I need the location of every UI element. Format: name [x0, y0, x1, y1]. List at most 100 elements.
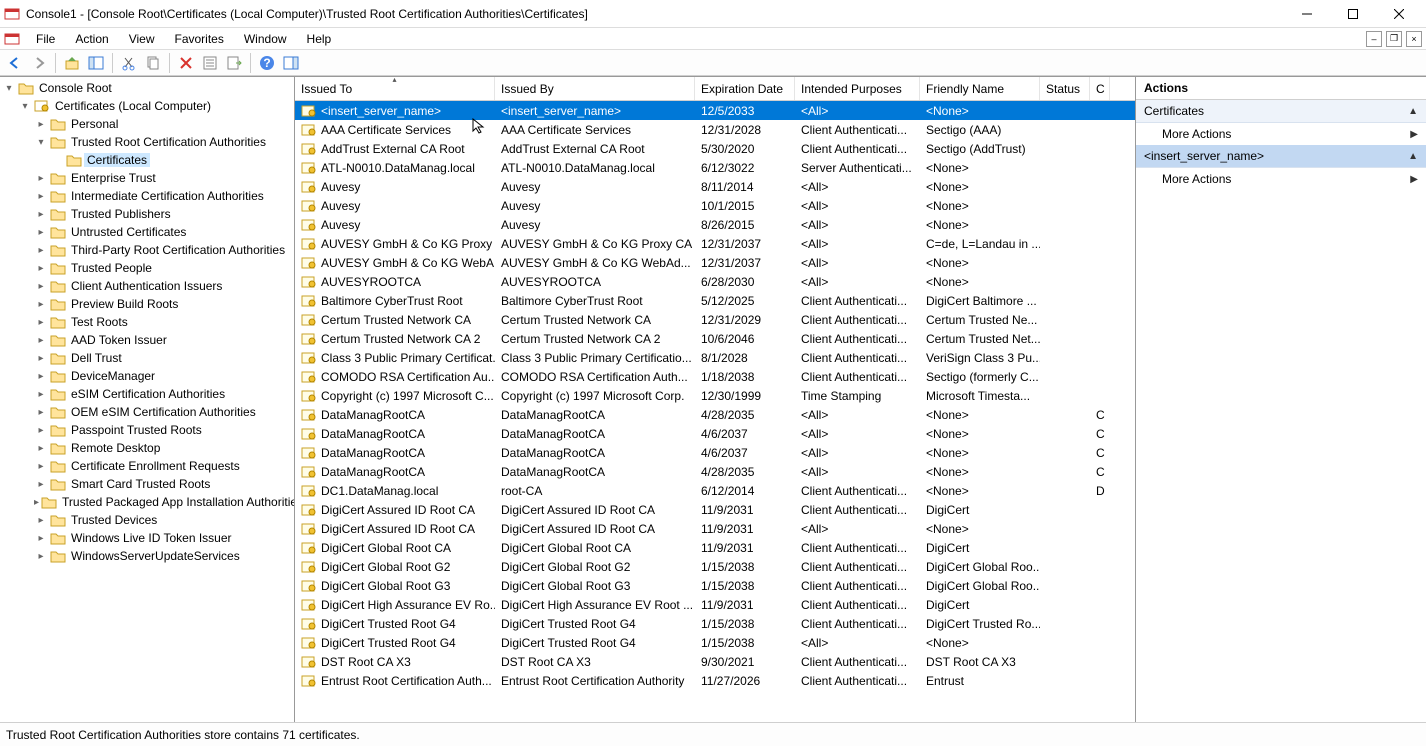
expander-icon[interactable]: ▸ — [34, 477, 48, 491]
action-pane-toggle-button[interactable] — [280, 52, 302, 74]
expander-icon[interactable]: ▾ — [18, 99, 32, 113]
tree-item[interactable]: ▸AAD Token Issuer — [34, 331, 294, 349]
expander-icon[interactable]: ▸ — [34, 243, 48, 257]
mdi-close-button[interactable]: × — [1406, 31, 1422, 47]
cut-button[interactable] — [118, 52, 140, 74]
expander-icon[interactable]: ▸ — [34, 333, 48, 347]
table-row[interactable]: AuvesyAuvesy10/1/2015<All><None> — [295, 196, 1135, 215]
tree-item[interactable]: ▸Remote Desktop — [34, 439, 294, 457]
export-list-button[interactable] — [223, 52, 245, 74]
menu-window[interactable]: Window — [234, 30, 297, 48]
table-row[interactable]: COMODO RSA Certification Au...COMODO RSA… — [295, 367, 1135, 386]
table-row[interactable]: AuvesyAuvesy8/11/2014<All><None> — [295, 177, 1135, 196]
expander-icon[interactable]: ▸ — [34, 495, 39, 509]
expander-icon[interactable]: ▸ — [34, 405, 48, 419]
tree-item[interactable]: ▸Dell Trust — [34, 349, 294, 367]
table-row[interactable]: DataManagRootCADataManagRootCA4/28/2035<… — [295, 405, 1135, 424]
column-intended-purposes[interactable]: Intended Purposes — [795, 77, 920, 100]
table-row[interactable]: AUVESY GmbH & Co KG WebA...AUVESY GmbH &… — [295, 253, 1135, 272]
menu-file[interactable]: File — [26, 30, 65, 48]
expander-icon[interactable]: ▸ — [34, 261, 48, 275]
table-row[interactable]: Baltimore CyberTrust RootBaltimore Cyber… — [295, 291, 1135, 310]
tree-item[interactable]: ▸OEM eSIM Certification Authorities — [34, 403, 294, 421]
expander-icon[interactable]: ▸ — [34, 225, 48, 239]
expander-icon[interactable]: ▸ — [34, 279, 48, 293]
table-row[interactable]: AAA Certificate ServicesAAA Certificate … — [295, 120, 1135, 139]
tree-item[interactable]: ▸Intermediate Certification Authorities — [34, 187, 294, 205]
tree-item[interactable]: ▾Trusted Root Certification Authorities — [34, 133, 294, 151]
menu-help[interactable]: Help — [297, 30, 342, 48]
expander-icon[interactable]: ▾ — [34, 135, 48, 149]
table-row[interactable]: Certum Trusted Network CA 2Certum Truste… — [295, 329, 1135, 348]
tree-item[interactable]: ▸Untrusted Certificates — [34, 223, 294, 241]
table-row[interactable]: DigiCert Assured ID Root CADigiCert Assu… — [295, 500, 1135, 519]
table-row[interactable]: DigiCert Trusted Root G4DigiCert Trusted… — [295, 614, 1135, 633]
scope-tree[interactable]: ▾ Console Root ▾ Certificates (Local Com… — [0, 77, 295, 722]
tree-item[interactable]: ▸Preview Build Roots — [34, 295, 294, 313]
table-row[interactable]: DigiCert Global Root G3DigiCert Global R… — [295, 576, 1135, 595]
actions-more-selected[interactable]: More Actions ▶ — [1136, 168, 1426, 190]
expander-icon[interactable]: ▸ — [34, 387, 48, 401]
tree-item[interactable]: ▸Trusted Publishers — [34, 205, 294, 223]
expander-icon[interactable]: ▸ — [34, 351, 48, 365]
actions-section-selected[interactable]: <insert_server_name> ▲ — [1136, 145, 1426, 168]
table-row[interactable]: AUVESY GmbH & Co KG Proxy ...AUVESY GmbH… — [295, 234, 1135, 253]
expander-icon[interactable]: ▸ — [34, 549, 48, 563]
tree-item[interactable]: ▸Personal — [34, 115, 294, 133]
table-row[interactable]: DC1.DataManag.localroot-CA6/12/2014Clien… — [295, 481, 1135, 500]
menu-action[interactable]: Action — [65, 30, 118, 48]
table-row[interactable]: DigiCert High Assurance EV Ro...DigiCert… — [295, 595, 1135, 614]
maximize-button[interactable] — [1330, 0, 1376, 28]
table-row[interactable]: AUVESYROOTCAAUVESYROOTCA6/28/2030<All><N… — [295, 272, 1135, 291]
tree-item[interactable]: ▸Trusted Packaged App Installation Autho… — [34, 493, 294, 511]
expander-icon[interactable]: ▸ — [34, 297, 48, 311]
tree-item-certificates[interactable]: Certificates — [50, 151, 294, 169]
column-expiration-date[interactable]: Expiration Date — [695, 77, 795, 100]
close-button[interactable] — [1376, 0, 1422, 28]
tree-console-root[interactable]: ▾ Console Root — [2, 79, 294, 97]
table-row[interactable]: ATL-N0010.DataManag.localATL-N0010.DataM… — [295, 158, 1135, 177]
back-button[interactable] — [4, 52, 26, 74]
column-issued-to[interactable]: Issued To▴ — [295, 77, 495, 100]
show-hide-tree-button[interactable] — [85, 52, 107, 74]
expander-icon[interactable]: ▸ — [34, 459, 48, 473]
tree-item[interactable]: ▸Smart Card Trusted Roots — [34, 475, 294, 493]
tree-item[interactable]: ▸Passpoint Trusted Roots — [34, 421, 294, 439]
tree-item[interactable]: ▸Test Roots — [34, 313, 294, 331]
tree-item[interactable]: ▸Trusted Devices — [34, 511, 294, 529]
delete-button[interactable] — [175, 52, 197, 74]
expander-icon[interactable]: ▸ — [34, 117, 48, 131]
table-row[interactable]: DigiCert Assured ID Root CADigiCert Assu… — [295, 519, 1135, 538]
expander-icon[interactable]: ▸ — [34, 189, 48, 203]
table-row[interactable]: DataManagRootCADataManagRootCA4/6/2037<A… — [295, 424, 1135, 443]
properties-button[interactable] — [199, 52, 221, 74]
table-row[interactable]: <insert_server_name><insert_server_name>… — [295, 101, 1135, 120]
mdi-minimize-button[interactable]: – — [1366, 31, 1382, 47]
column-status[interactable]: Status — [1040, 77, 1090, 100]
table-row[interactable]: DigiCert Global Root CADigiCert Global R… — [295, 538, 1135, 557]
tree-item[interactable]: ▸Certificate Enrollment Requests — [34, 457, 294, 475]
table-row[interactable]: Copyright (c) 1997 Microsoft C...Copyrig… — [295, 386, 1135, 405]
menu-favorites[interactable]: Favorites — [165, 30, 234, 48]
table-row[interactable]: DataManagRootCADataManagRootCA4/28/2035<… — [295, 462, 1135, 481]
tree-item[interactable]: ▸Windows Live ID Token Issuer — [34, 529, 294, 547]
list-body[interactable]: <insert_server_name><insert_server_name>… — [295, 101, 1135, 722]
tree-certificates-local-computer[interactable]: ▾ Certificates (Local Computer) — [18, 97, 294, 115]
table-row[interactable]: DST Root CA X3DST Root CA X39/30/2021Cli… — [295, 652, 1135, 671]
help-button[interactable]: ? — [256, 52, 278, 74]
tree-item[interactable]: ▸Trusted People — [34, 259, 294, 277]
menu-view[interactable]: View — [119, 30, 165, 48]
expander-icon[interactable]: ▾ — [2, 81, 16, 95]
expander-icon[interactable]: ▸ — [34, 513, 48, 527]
expander-icon[interactable]: ▸ — [34, 207, 48, 221]
tree-item[interactable]: ▸Third-Party Root Certification Authorit… — [34, 241, 294, 259]
actions-more-certificates[interactable]: More Actions ▶ — [1136, 123, 1426, 145]
column-friendly-name[interactable]: Friendly Name — [920, 77, 1040, 100]
table-row[interactable]: DigiCert Global Root G2DigiCert Global R… — [295, 557, 1135, 576]
actions-section-certificates[interactable]: Certificates ▲ — [1136, 100, 1426, 123]
expander-icon[interactable]: ▸ — [34, 369, 48, 383]
minimize-button[interactable] — [1284, 0, 1330, 28]
table-row[interactable]: Certum Trusted Network CACertum Trusted … — [295, 310, 1135, 329]
column-issued-by[interactable]: Issued By — [495, 77, 695, 100]
table-row[interactable]: AddTrust External CA RootAddTrust Extern… — [295, 139, 1135, 158]
